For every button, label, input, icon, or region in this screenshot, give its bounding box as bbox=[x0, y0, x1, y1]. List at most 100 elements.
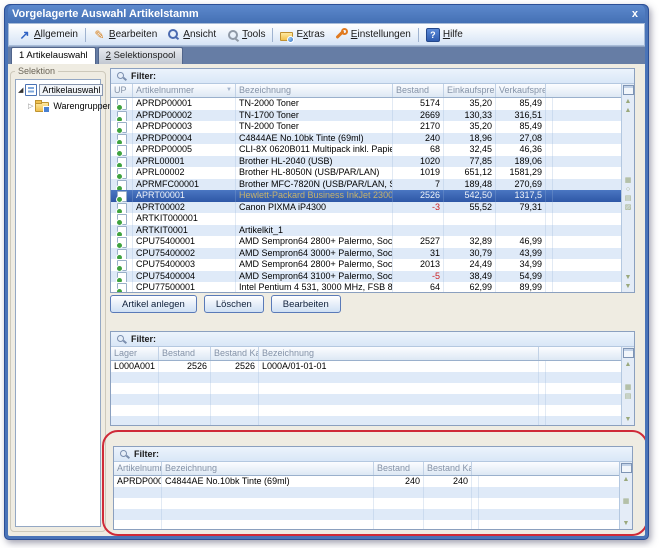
scroll-up-icon[interactable]: ▲ bbox=[620, 475, 632, 484]
column-header-artikelnummer[interactable]: Artikelnummer▼ bbox=[133, 84, 236, 97]
menu-item-tools[interactable]: Tools bbox=[221, 26, 270, 43]
table-row[interactable]: CPU75400003AMD Sempron64 2800+ Palermo, … bbox=[111, 259, 621, 271]
menu-item-einstellungen[interactable]: Einstellungen bbox=[330, 26, 416, 43]
table-row[interactable] bbox=[111, 405, 621, 416]
cell bbox=[159, 416, 211, 425]
menu-item-hilfe[interactable]: ?Hilfe bbox=[421, 26, 468, 44]
table-row[interactable] bbox=[114, 487, 619, 498]
table-row[interactable]: APRL00002Brother HL-8050N (USB/PAR/LAN)1… bbox=[111, 167, 621, 179]
cell: 31 bbox=[393, 248, 444, 260]
grid-tool-icon[interactable]: ▦ bbox=[622, 383, 634, 392]
grid-side-strip[interactable]: ▲ ▦▤ ▼ bbox=[621, 347, 634, 425]
column-header-up[interactable]: UP bbox=[111, 84, 133, 97]
column-header-bestand[interactable]: Bestand bbox=[159, 347, 211, 360]
scroll-down-icon[interactable]: ▼ bbox=[622, 282, 634, 291]
column-header-verkaufspreis[interactable]: Verkaufspreis bbox=[496, 84, 546, 97]
scroll-down-icon[interactable]: ▼ bbox=[620, 519, 632, 528]
scroll-up-icon[interactable]: ▲ bbox=[622, 106, 634, 115]
table-row[interactable]: APRMFC00001Brother MFC-7820N (USB/PAR/LA… bbox=[111, 179, 621, 191]
grid-tool-icon[interactable]: ▤ bbox=[622, 194, 634, 203]
articles-grid[interactable]: Filter:UPArtikelnummer▼BezeichnungBestan… bbox=[110, 68, 635, 293]
menu-item-extras[interactable]: Extras bbox=[275, 25, 329, 44]
table-row[interactable] bbox=[111, 416, 621, 425]
table-row[interactable]: APRDP00005CLI-8X 0620B011 Multipack inkl… bbox=[111, 144, 621, 156]
tab-1-artikelauswahl[interactable]: 1 Artikelauswahl bbox=[11, 47, 96, 64]
scroll-up-icon[interactable]: ▲ bbox=[622, 97, 634, 106]
column-header-bestand-kalk[interactable]: Bestand Kalk.. bbox=[211, 347, 259, 360]
grid-header-row[interactable]: LagerBestandBestand Kalk..Bezeichnung bbox=[111, 347, 621, 361]
column-chooser-icon[interactable] bbox=[623, 348, 634, 358]
column-header-bestand[interactable]: Bestand bbox=[393, 84, 444, 97]
bearbeiten-button[interactable]: Bearbeiten bbox=[271, 295, 341, 313]
collapse-arrow-icon[interactable]: ◢ bbox=[18, 86, 23, 94]
table-row[interactable] bbox=[114, 498, 619, 509]
table-row[interactable] bbox=[114, 509, 619, 520]
table-row[interactable] bbox=[111, 394, 621, 405]
grid-tool-icon[interactable]: ▦ bbox=[620, 497, 632, 506]
scroll-down-icon[interactable]: ▼ bbox=[622, 273, 634, 282]
grid-tool-icon[interactable]: ▦ bbox=[622, 176, 634, 185]
l-schen-button[interactable]: Löschen bbox=[204, 295, 264, 313]
grid-tool-icon[interactable]: ▨ bbox=[622, 203, 634, 212]
tab-2-selektionspool[interactable]: 2 Selektionspool bbox=[98, 47, 184, 64]
table-row[interactable]: APRDP00003TN-2000 Toner217035,2085,49 bbox=[111, 121, 621, 133]
table-row[interactable]: ARTKIT0001Artikelkit_1 bbox=[111, 225, 621, 237]
expand-arrow-icon[interactable]: ▷ bbox=[28, 102, 33, 110]
tree-item-artikelauswahl[interactable]: ◢Artikelauswahl bbox=[16, 84, 100, 96]
table-row[interactable] bbox=[114, 520, 619, 529]
column-header-bezeichnung[interactable]: Bezeichnung bbox=[259, 347, 539, 360]
scroll-up-icon[interactable]: ▲ bbox=[622, 360, 634, 369]
cell bbox=[393, 213, 444, 225]
menu-item-ansicht[interactable]: Ansicht bbox=[162, 26, 221, 43]
table-row[interactable]: APRDP00002TN-1700 Toner2669130,33316,51 bbox=[111, 110, 621, 122]
menu-item-allgemein[interactable]: ↗Allgemein bbox=[13, 26, 83, 43]
grid-header-row[interactable]: UPArtikelnummer▼BezeichnungBestandEinkau… bbox=[111, 84, 621, 98]
column-header-bestand[interactable]: Bestand bbox=[374, 462, 424, 475]
column-chooser-icon[interactable] bbox=[621, 463, 632, 473]
table-row[interactable]: CPU75400002AMD Sempron64 3000+ Palermo, … bbox=[111, 248, 621, 260]
cell-filler bbox=[472, 520, 479, 529]
scroll-down-icon[interactable]: ▼ bbox=[622, 415, 634, 424]
table-row[interactable]: APRT00001Hewlett-Packard Business InkJet… bbox=[111, 190, 621, 202]
table-row[interactable]: L000A00125262526L000A/01-01-01 bbox=[111, 361, 621, 372]
tree-item-warengruppen[interactable]: ▷Warengruppen bbox=[16, 100, 100, 112]
column-header-artikelnummer[interactable]: Artikelnummer bbox=[114, 462, 162, 475]
table-row[interactable]: ARTKIT000001 bbox=[111, 213, 621, 225]
grid-tool-icon[interactable]: ○ bbox=[622, 185, 634, 194]
grid-filter-row[interactable]: Filter: bbox=[111, 332, 634, 347]
column-header-bezeichnung[interactable]: Bezeichnung bbox=[162, 462, 374, 475]
title-bar[interactable]: Vorgelagerte Auswahl Artikelstamm x bbox=[8, 5, 645, 23]
detail-grid[interactable]: Filter:ArtikelnummerBezeichnungBestandBe… bbox=[113, 446, 633, 530]
cell bbox=[211, 383, 259, 394]
grid-header-row[interactable]: ArtikelnummerBezeichnungBestandBestand K… bbox=[114, 462, 619, 476]
table-row[interactable]: CPU75400004AMD Sempron64 3100+ Palermo, … bbox=[111, 271, 621, 283]
grid-filter-row[interactable]: Filter: bbox=[111, 69, 634, 84]
cell bbox=[111, 202, 133, 214]
table-row[interactable] bbox=[111, 383, 621, 394]
groupbox-label: Selektion bbox=[15, 66, 58, 76]
table-row[interactable]: APRDP00004C4844AE No.10bk Tinte (69ml)24… bbox=[111, 133, 621, 145]
grid-side-strip[interactable]: ▲ ▦ ▼ bbox=[619, 462, 632, 529]
column-header-einkaufspreis[interactable]: Einkaufspreis bbox=[444, 84, 496, 97]
column-header-bestand-kalk[interactable]: Bestand Kalk.. bbox=[424, 462, 472, 475]
table-row[interactable]: CPU77500001Intel Pentium 4 531, 3000 MHz… bbox=[111, 282, 621, 292]
menu-item-bearbeiten[interactable]: ✎Bearbeiten bbox=[88, 26, 162, 43]
cell bbox=[259, 405, 539, 416]
grid-filter-row[interactable]: Filter: bbox=[114, 447, 632, 462]
column-header-bezeichnung[interactable]: Bezeichnung bbox=[236, 84, 393, 97]
artikel-anlegen-button[interactable]: Artikel anlegen bbox=[110, 295, 197, 313]
lager-grid[interactable]: Filter:LagerBestandBestand Kalk..Bezeich… bbox=[110, 331, 635, 426]
table-row[interactable]: APRDP00004C4844AE No.10bk Tinte (69ml)24… bbox=[114, 476, 619, 487]
table-row[interactable] bbox=[111, 372, 621, 383]
cell bbox=[111, 98, 133, 110]
column-header-lager[interactable]: Lager bbox=[111, 347, 159, 360]
close-icon[interactable]: x bbox=[629, 8, 641, 20]
table-row[interactable]: CPU75400001AMD Sempron64 2800+ Palermo, … bbox=[111, 236, 621, 248]
column-chooser-icon[interactable] bbox=[623, 85, 634, 95]
grid-tool-icon[interactable]: ▤ bbox=[622, 392, 634, 401]
grid-side-strip[interactable]: ▲▲ ▦○▤▨ ▼▼ bbox=[621, 84, 634, 292]
table-row[interactable]: APRL00001Brother HL-2040 (USB)102077,851… bbox=[111, 156, 621, 168]
cell: Intel Pentium 4 531, 3000 MHz, FSB 800 M… bbox=[236, 282, 393, 292]
table-row[interactable]: APRT00002Canon PIXMA iP4300-355,5279,31 bbox=[111, 202, 621, 214]
table-row[interactable]: APRDP00001TN-2000 Toner517435,2085,49 bbox=[111, 98, 621, 110]
